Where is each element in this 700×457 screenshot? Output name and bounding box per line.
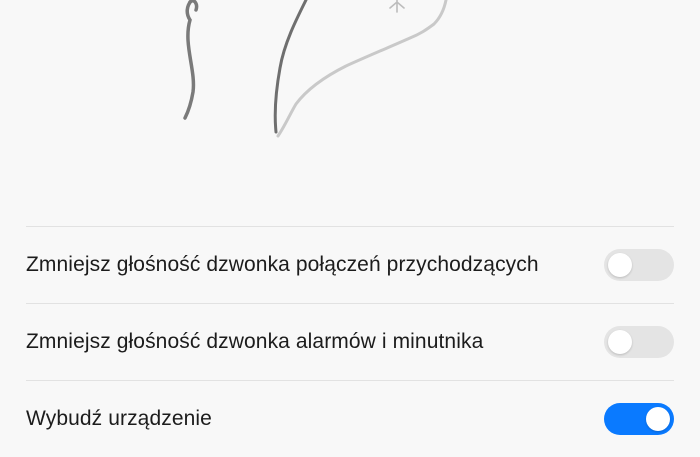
setting-row-alarms-timer[interactable]: Zmniejsz głośność dzwonka alarmów i minu… [26, 304, 674, 380]
wake-device-toggle[interactable] [604, 403, 674, 435]
setting-label-wake-device: Wybudź urządzenie [26, 407, 212, 430]
toggle-knob [608, 330, 632, 354]
setting-row-wake-device[interactable]: Wybudź urządzenie [26, 381, 674, 457]
toggle-knob [646, 407, 670, 431]
incoming-calls-toggle[interactable] [604, 249, 674, 281]
alarms-timer-toggle[interactable] [604, 326, 674, 358]
setting-label-incoming-calls: Zmniejsz głośność dzwonka połączeń przyc… [26, 253, 539, 276]
settings-list: Zmniejsz głośność dzwonka połączeń przyc… [26, 226, 674, 457]
setting-label-alarms-timer: Zmniejsz głośność dzwonka alarmów i minu… [26, 330, 484, 353]
setting-row-incoming-calls[interactable]: Zmniejsz głośność dzwonka połączeń przyc… [26, 227, 674, 303]
toggle-knob [608, 253, 632, 277]
hand-gesture-illustration [0, 0, 700, 190]
